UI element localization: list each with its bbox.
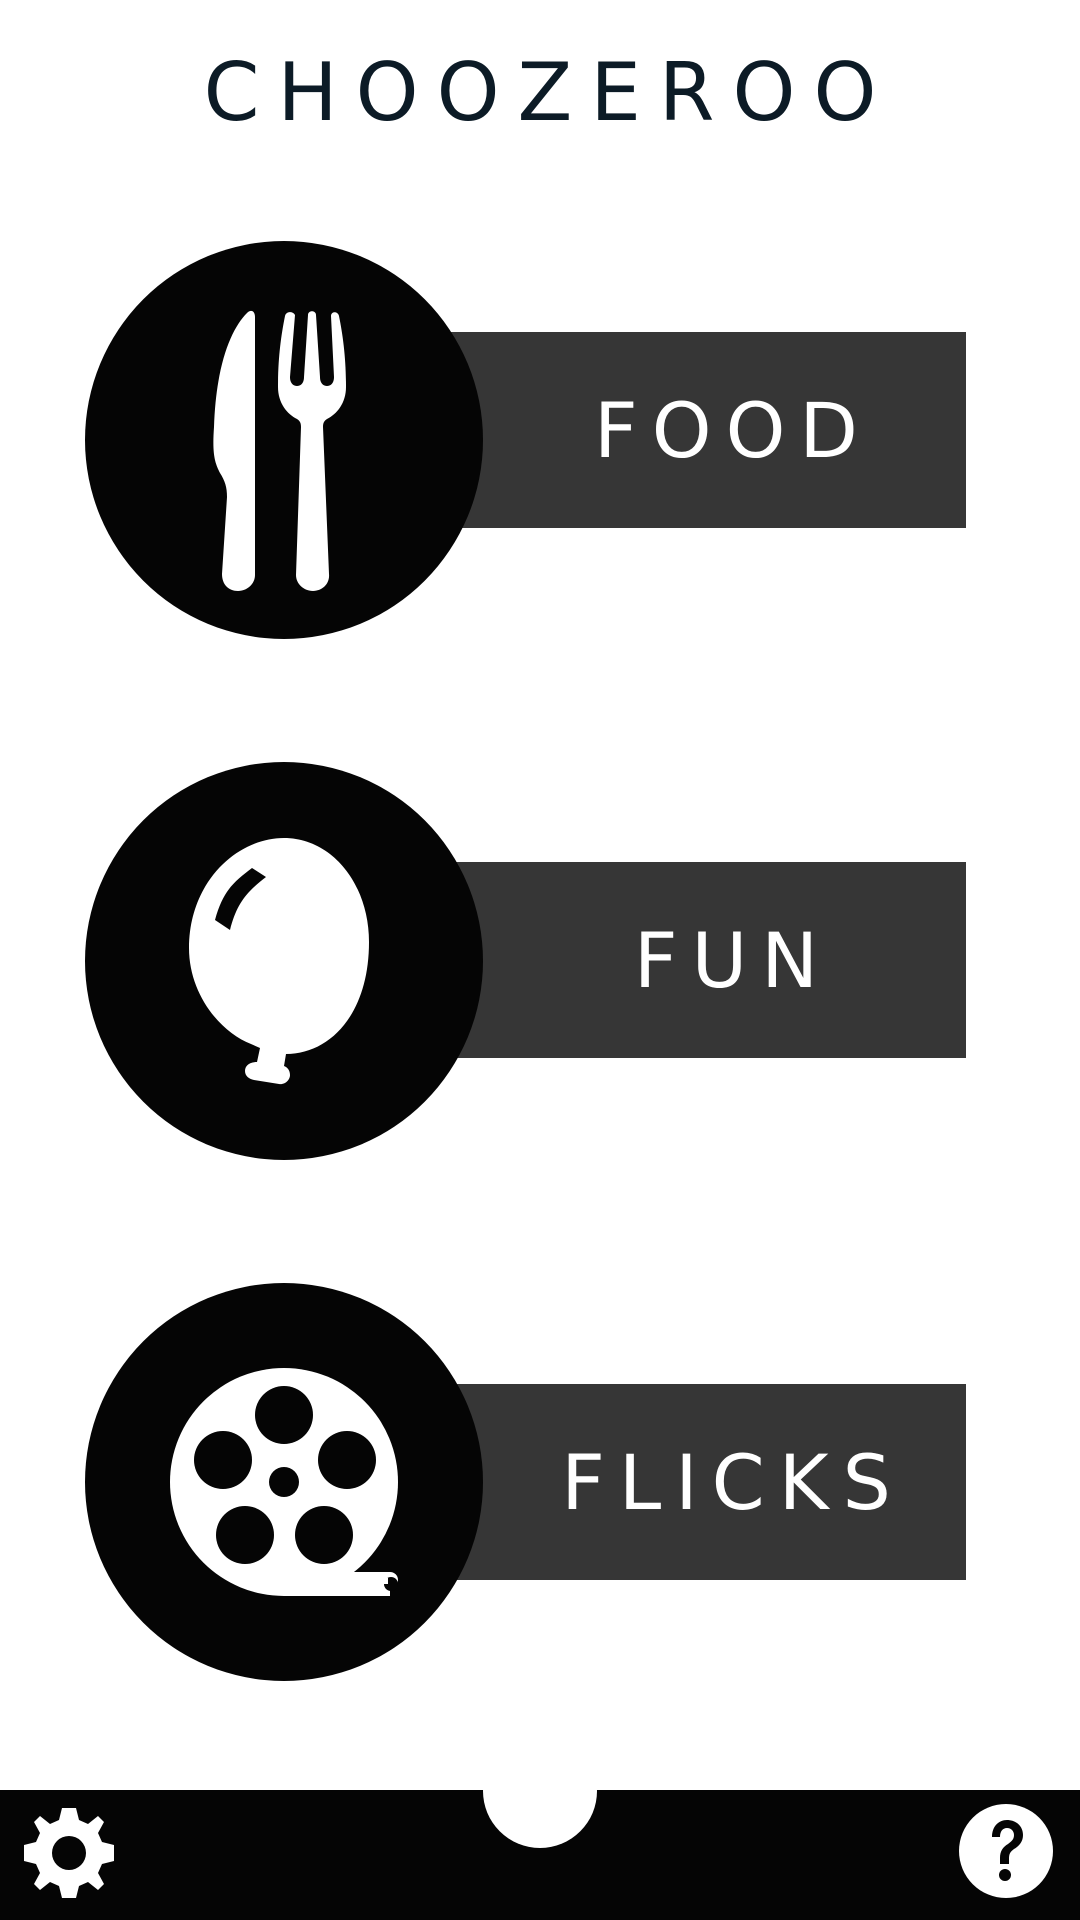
balloon-icon — [189, 838, 369, 1085]
film-reel-icon — [170, 1368, 398, 1596]
category-food-circle[interactable] — [85, 241, 483, 639]
category-food-bar[interactable]: FOOD — [440, 332, 966, 528]
help-button[interactable] — [959, 1804, 1053, 1898]
gear-icon — [24, 1808, 114, 1898]
category-food[interactable]: FOOD — [0, 241, 1080, 639]
settings-button[interactable] — [16, 1800, 122, 1906]
category-flicks[interactable]: FLICKS — [0, 1283, 1080, 1681]
category-flicks-bar[interactable]: FLICKS — [440, 1384, 966, 1580]
category-fun-label: FUN — [633, 915, 833, 1005]
center-home-tab[interactable] — [483, 1734, 597, 1848]
question-mark-icon — [959, 1804, 1053, 1898]
category-flicks-circle[interactable] — [85, 1283, 483, 1681]
category-food-label: FOOD — [594, 385, 872, 475]
category-fun[interactable]: FUN — [0, 762, 1080, 1160]
fork-knife-icon — [213, 310, 346, 591]
category-fun-circle[interactable] — [85, 762, 483, 1160]
app-title: CHOOZEROO — [203, 46, 895, 139]
category-flicks-label: FLICKS — [561, 1437, 905, 1527]
category-fun-bar[interactable]: FUN — [440, 862, 966, 1058]
